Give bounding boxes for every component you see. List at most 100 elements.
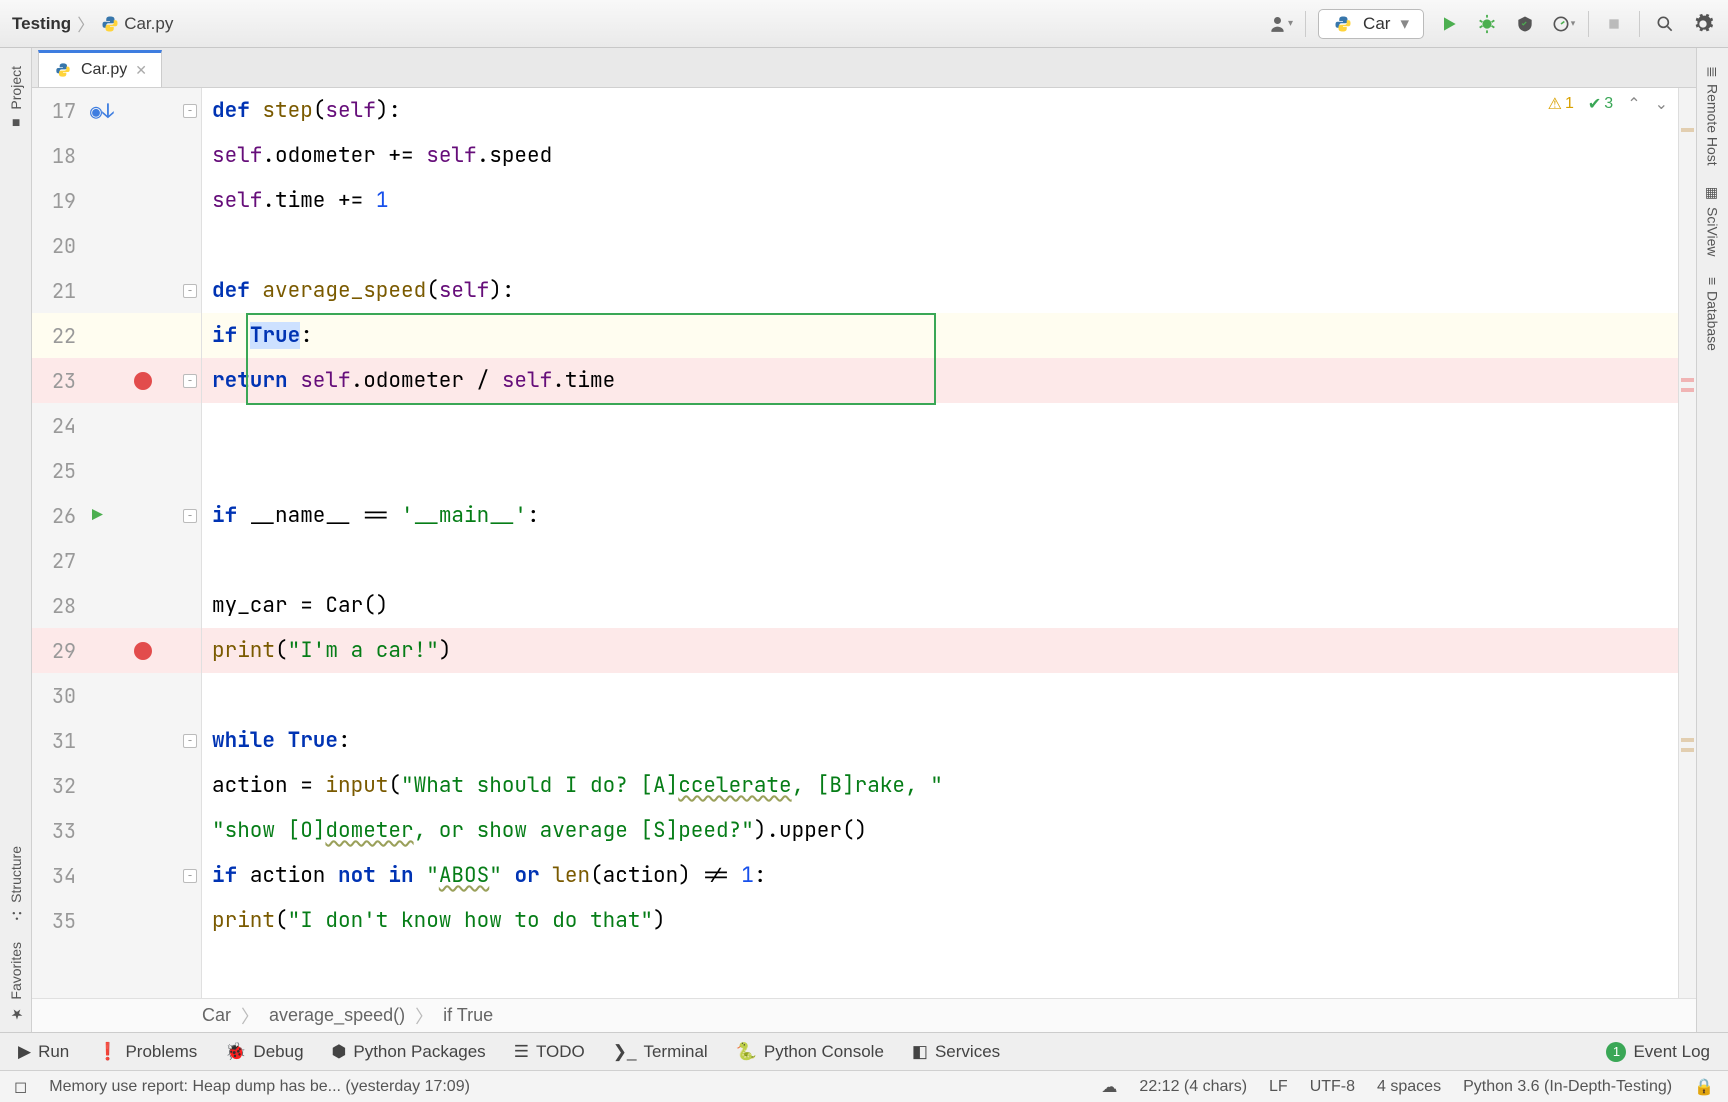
code-line[interactable]: "show [O]dometer, or show average [S]pee…: [202, 808, 1678, 853]
fold-icon[interactable]: −: [183, 104, 197, 118]
indent-settings[interactable]: 4 spaces: [1377, 1078, 1441, 1096]
line-number[interactable]: 31: [32, 728, 84, 754]
run-tool-window[interactable]: ▶Run: [18, 1042, 69, 1062]
line-number[interactable]: 34: [32, 863, 84, 889]
code-line[interactable]: self.time += 1: [202, 178, 1678, 223]
remote-host-tab[interactable]: ≣ Remote Host: [1701, 56, 1725, 175]
strip-error-mark[interactable]: [1681, 388, 1694, 392]
line-number[interactable]: 24: [32, 413, 84, 439]
event-log-tool-window[interactable]: 1Event Log: [1606, 1042, 1710, 1062]
line-number[interactable]: 25: [32, 458, 84, 484]
background-tasks-icon[interactable]: ☁: [1101, 1077, 1117, 1097]
line-number[interactable]: 30: [32, 683, 84, 709]
python-console-tool-window[interactable]: 🐍Python Console: [736, 1042, 884, 1062]
line-number[interactable]: 18: [32, 143, 84, 169]
code-line[interactable]: def step(self):: [202, 88, 1678, 133]
cursor-position[interactable]: 22:12 (4 chars): [1139, 1078, 1247, 1096]
code-line[interactable]: action = input("What should I do? [A]cce…: [202, 763, 1678, 808]
code-line[interactable]: def average_speed(self):: [202, 268, 1678, 313]
fold-icon[interactable]: −: [183, 284, 197, 298]
code-line[interactable]: if action not in "ABOS" or len(action) !…: [202, 853, 1678, 898]
editor-tab[interactable]: Car.py ✕: [38, 50, 162, 87]
breakpoint-icon[interactable]: [134, 642, 152, 660]
python-packages-tool-window[interactable]: ⬢Python Packages: [332, 1042, 486, 1062]
line-number[interactable]: 26: [32, 503, 84, 529]
favorites-tool-tab[interactable]: ★ Favorites: [4, 932, 28, 1032]
debug-button[interactable]: [1474, 11, 1500, 37]
code-line[interactable]: [202, 448, 1678, 493]
database-tab[interactable]: ≡ Database: [1701, 267, 1725, 361]
run-config-selector[interactable]: Car ▾: [1318, 9, 1424, 39]
services-tool-window[interactable]: ◧Services: [912, 1042, 1000, 1062]
python-file-icon: [53, 60, 73, 80]
editor-body[interactable]: ⚠1 ✔3 ⌃ ⌄ 17◉↓− 18 19 20 21− 22 23− 24 2…: [32, 88, 1696, 998]
code-line[interactable]: my_car = Car(): [202, 583, 1678, 628]
strip-warning-mark[interactable]: [1681, 748, 1694, 752]
line-number[interactable]: 33: [32, 818, 84, 844]
fold-icon[interactable]: −: [183, 734, 197, 748]
gutter[interactable]: 17◉↓− 18 19 20 21− 22 23− 24 25 26▶− 27 …: [32, 88, 202, 998]
breadcrumb-project[interactable]: Testing: [12, 14, 71, 34]
line-number[interactable]: 32: [32, 773, 84, 799]
code-line[interactable]: print("I don't know how to do that"): [202, 898, 1678, 943]
crumb[interactable]: if True: [443, 1005, 493, 1026]
code-line[interactable]: [202, 538, 1678, 583]
line-number[interactable]: 21: [32, 278, 84, 304]
status-message[interactable]: Memory use report: Heap dump has be... (…: [49, 1078, 470, 1096]
strip-warning-mark[interactable]: [1681, 128, 1694, 132]
project-tool-tab[interactable]: ■ Project: [4, 56, 28, 142]
coverage-button[interactable]: [1512, 11, 1538, 37]
tool-window-toggle-icon[interactable]: ◻: [14, 1077, 27, 1097]
file-encoding[interactable]: UTF-8: [1310, 1078, 1355, 1096]
line-number[interactable]: 20: [32, 233, 84, 259]
code-line[interactable]: return self.odometer / self.time: [202, 358, 1678, 403]
line-separator[interactable]: LF: [1269, 1078, 1288, 1096]
fold-icon[interactable]: −: [183, 374, 197, 388]
code-editor[interactable]: def step(self): self.odometer += self.sp…: [202, 88, 1678, 998]
breakpoint-icon[interactable]: [134, 372, 152, 390]
code-line[interactable]: [202, 403, 1678, 448]
code-line[interactable]: if __name__ == '__main__':: [202, 493, 1678, 538]
strip-error-mark[interactable]: [1681, 378, 1694, 382]
separator: [1588, 11, 1589, 37]
user-icon[interactable]: ▾: [1267, 11, 1293, 37]
strip-warning-mark[interactable]: [1681, 738, 1694, 742]
line-number[interactable]: 28: [32, 593, 84, 619]
line-number[interactable]: 22: [32, 323, 84, 349]
debug-tool-window[interactable]: 🐞Debug: [225, 1042, 303, 1062]
run-gutter-icon[interactable]: ▶: [92, 504, 103, 527]
sciview-tab[interactable]: ▦ SciView: [1701, 175, 1725, 267]
run-button[interactable]: [1436, 11, 1462, 37]
code-line[interactable]: [202, 673, 1678, 718]
todo-tool-window[interactable]: ☰TODO: [514, 1042, 585, 1062]
fold-icon[interactable]: −: [183, 869, 197, 883]
line-number[interactable]: 35: [32, 908, 84, 934]
line-number[interactable]: 29: [32, 638, 84, 664]
code-line[interactable]: while True:: [202, 718, 1678, 763]
line-number[interactable]: 19: [32, 188, 84, 214]
terminal-tool-window[interactable]: ❯_Terminal: [613, 1042, 708, 1062]
line-number[interactable]: 23: [32, 368, 84, 394]
python-interpreter[interactable]: Python 3.6 (In-Depth-Testing): [1463, 1078, 1672, 1096]
search-button[interactable]: [1652, 11, 1678, 37]
nav-breadcrumb[interactable]: Testing 〉 Car.py: [12, 11, 173, 36]
structure-tool-tab[interactable]: ⛬ Structure: [4, 836, 28, 933]
code-line[interactable]: if True:: [202, 313, 1678, 358]
crumb[interactable]: average_speed(): [269, 1005, 405, 1026]
error-strip[interactable]: [1678, 88, 1696, 998]
lock-icon[interactable]: 🔒: [1694, 1077, 1714, 1097]
line-number[interactable]: 27: [32, 548, 84, 574]
crumb[interactable]: Car: [202, 1005, 231, 1026]
editor-breadcrumbs[interactable]: Car 〉 average_speed() 〉 if True: [32, 998, 1696, 1032]
code-line[interactable]: [202, 223, 1678, 268]
breadcrumb-file[interactable]: Car.py: [100, 14, 173, 34]
profile-button[interactable]: ▾: [1550, 11, 1576, 37]
override-icon[interactable]: ◉↓: [90, 98, 114, 124]
fold-icon[interactable]: −: [183, 509, 197, 523]
code-line[interactable]: print("I'm a car!"): [202, 628, 1678, 673]
settings-button[interactable]: [1690, 11, 1716, 37]
line-number[interactable]: 17: [32, 98, 84, 124]
close-icon[interactable]: ✕: [135, 62, 147, 79]
code-line[interactable]: self.odometer += self.speed: [202, 133, 1678, 178]
problems-tool-window[interactable]: ❗Problems: [97, 1042, 197, 1062]
